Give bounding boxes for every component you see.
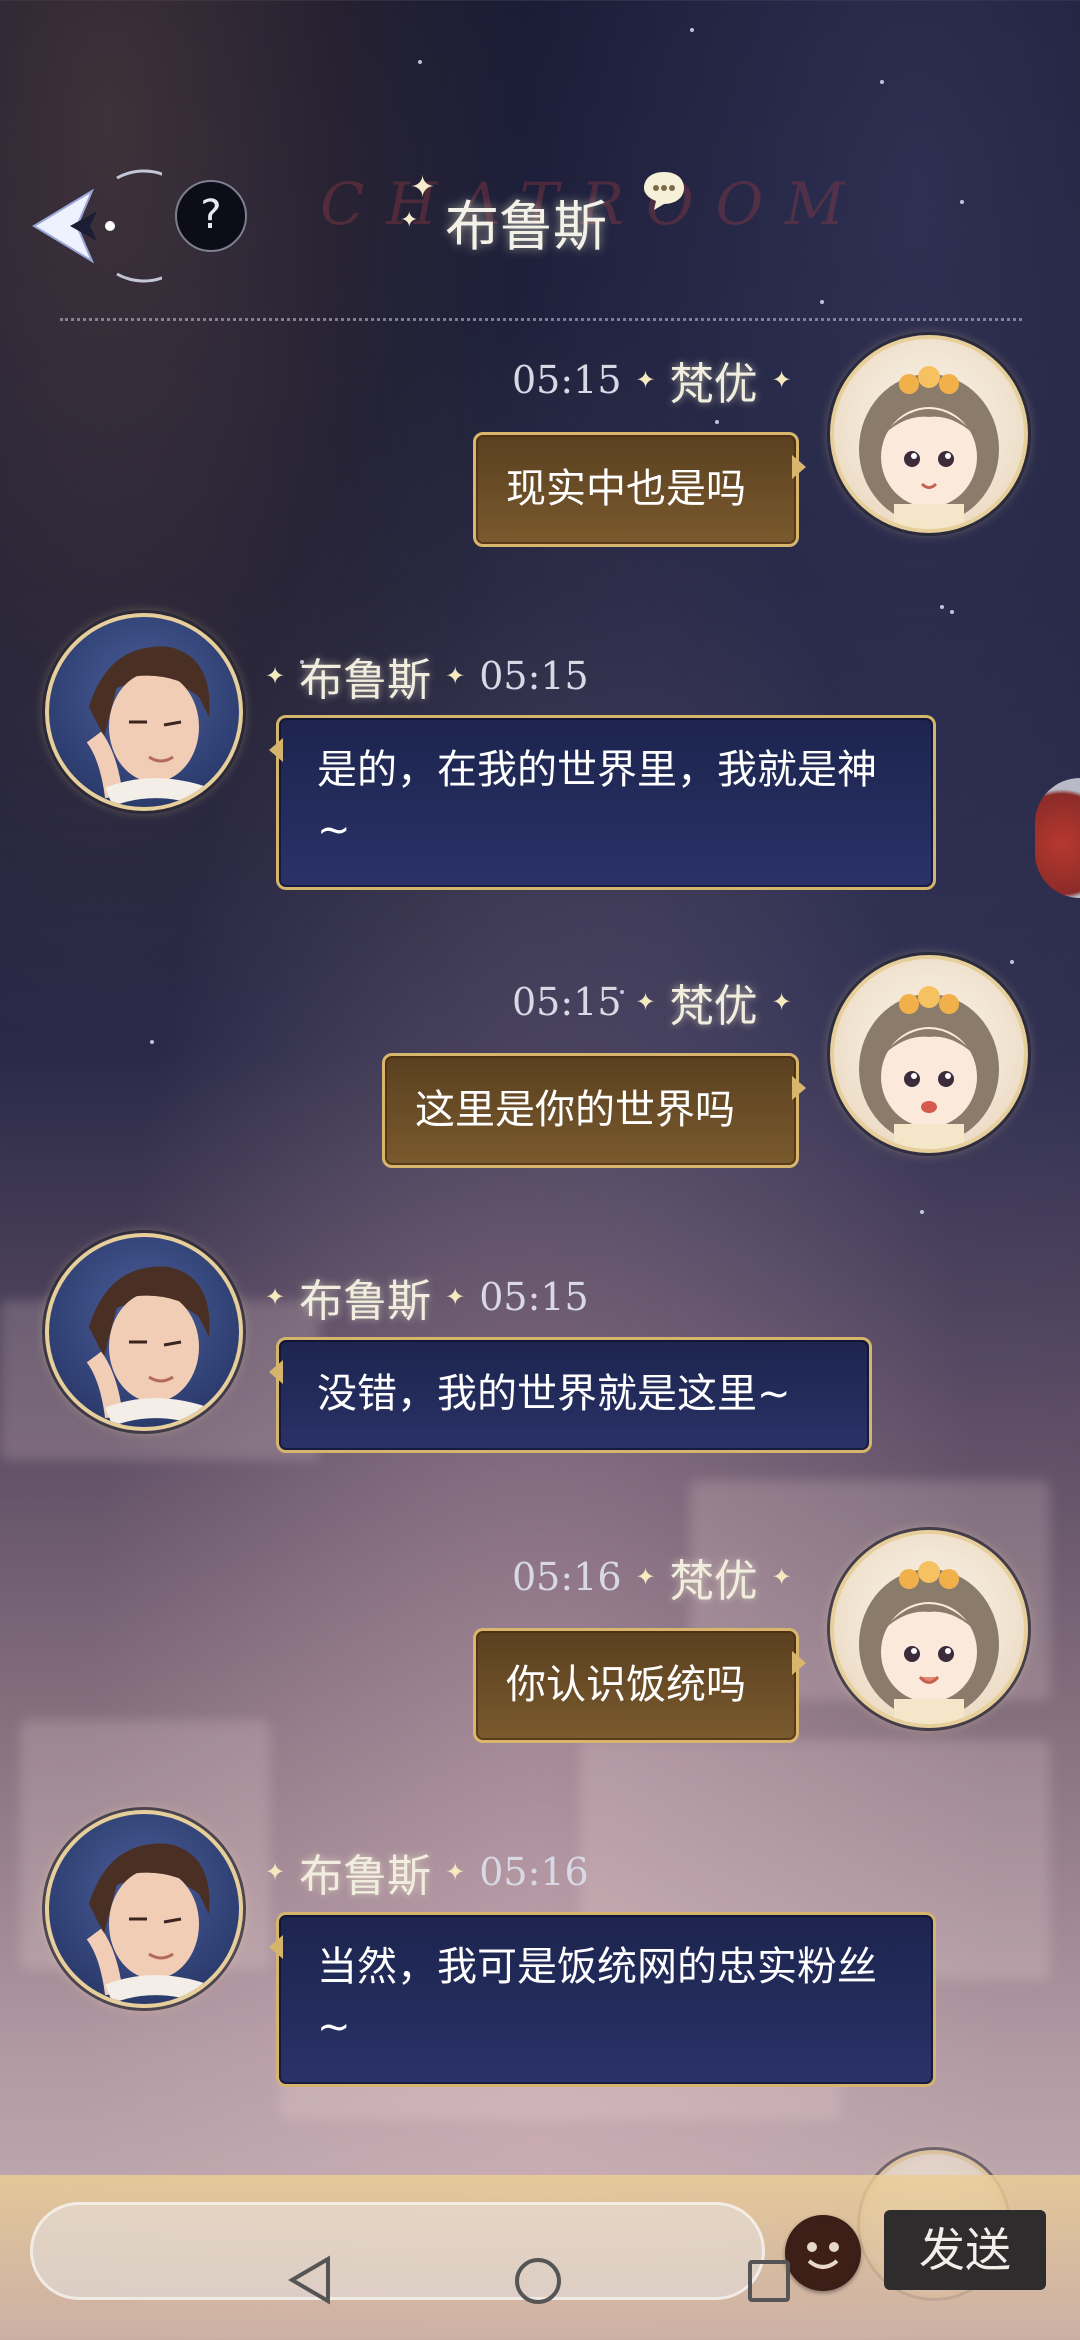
sender-name: 布鲁斯 bbox=[299, 655, 432, 706]
sparkle-icon: ✦ bbox=[771, 366, 792, 394]
sparkle-icon: ✦ bbox=[635, 1563, 656, 1591]
message-time: 05:16 bbox=[479, 1850, 589, 1894]
avatar[interactable] bbox=[830, 955, 1028, 1153]
send-button[interactable]: 发送 bbox=[884, 2210, 1046, 2290]
message-text: 没错，我的世界就是这里~ bbox=[317, 1371, 791, 1417]
message-meta: 05:15 ✦ 梵优 ✦ bbox=[512, 972, 792, 1032]
avatar[interactable] bbox=[45, 1810, 243, 2008]
message-meta: ✦ 布鲁斯 ✦ 05:15 bbox=[265, 1267, 589, 1327]
chat-bubble-icon bbox=[644, 172, 684, 210]
message-time: 05:15 bbox=[479, 1275, 589, 1319]
message-meta: 05:16 ✦ 梵优 ✦ bbox=[512, 1547, 792, 1607]
sparkle-icon: ✦ bbox=[771, 1563, 792, 1591]
message-bubble[interactable]: 现实中也是吗 bbox=[473, 432, 806, 547]
girl-avatar-icon bbox=[859, 366, 999, 529]
sparkle-icon: ✦ bbox=[400, 208, 419, 233]
avatar[interactable] bbox=[45, 1233, 243, 1431]
avatar[interactable] bbox=[830, 335, 1028, 533]
header-divider bbox=[60, 318, 1022, 321]
message-text: 你认识饭统吗 bbox=[506, 1662, 746, 1708]
nav-back-icon[interactable] bbox=[288, 2255, 332, 2305]
sparkle-icon: ✦ bbox=[265, 1283, 286, 1311]
chat-header: ? CHATROOM ✦ ✦ 布鲁斯 bbox=[0, 130, 1080, 283]
emoji-button[interactable] bbox=[785, 2215, 861, 2291]
boy-avatar-icon bbox=[86, 1266, 223, 1427]
help-button[interactable]: ? bbox=[175, 180, 247, 252]
message-bubble[interactable]: 这里是你的世界吗 bbox=[382, 1053, 806, 1168]
girl-avatar-icon bbox=[859, 1561, 999, 1724]
sparkle-icon: ✦ bbox=[265, 662, 286, 690]
message-text: 这里是你的世界吗 bbox=[415, 1087, 735, 1133]
nav-home-icon[interactable] bbox=[515, 2258, 561, 2304]
sender-name: 梵优 bbox=[669, 359, 758, 410]
sender-name: 布鲁斯 bbox=[299, 1851, 432, 1902]
sender-name: 梵优 bbox=[669, 1556, 758, 1607]
message-meta: ✦ 布鲁斯 ✦ 05:15 bbox=[265, 646, 589, 706]
message-time: 05:15 bbox=[512, 980, 622, 1024]
girl-avatar-icon bbox=[859, 986, 999, 1149]
message-time: 05:15 bbox=[512, 358, 622, 402]
sender-name: 梵优 bbox=[669, 981, 758, 1032]
message-bubble[interactable]: 是的，在我的世界里，我就是神~ bbox=[269, 715, 936, 890]
sparkle-icon: ✦ bbox=[410, 170, 436, 205]
back-button[interactable] bbox=[22, 166, 201, 286]
sender-name: 布鲁斯 bbox=[299, 1276, 432, 1327]
message-time: 05:16 bbox=[512, 1555, 622, 1599]
back-arrow-icon bbox=[32, 169, 201, 283]
message-bubble[interactable]: 没错，我的世界就是这里~ bbox=[269, 1337, 872, 1453]
message-meta: 05:15 ✦ 梵优 ✦ bbox=[512, 350, 792, 410]
boy-avatar-icon bbox=[86, 1843, 223, 2004]
sparkle-icon: ✦ bbox=[635, 988, 656, 1016]
message-bubble[interactable]: 你认识饭统吗 bbox=[473, 1628, 806, 1743]
sparkle-icon: ✦ bbox=[771, 988, 792, 1016]
sparkle-icon: ✦ bbox=[635, 366, 656, 394]
boy-avatar-icon bbox=[86, 646, 223, 807]
message-text: 现实中也是吗 bbox=[506, 466, 746, 512]
emoji-icon bbox=[789, 2219, 857, 2287]
message-text: 是的，在我的世界里，我就是神~ bbox=[317, 747, 877, 853]
message-time: 05:15 bbox=[479, 654, 589, 698]
avatar[interactable] bbox=[830, 1530, 1028, 1728]
message-bubble[interactable]: 当然，我可是饭统网的忠实粉丝~ bbox=[269, 1912, 936, 2087]
sparkle-icon: ✦ bbox=[445, 1858, 466, 1886]
sparkle-icon: ✦ bbox=[445, 1283, 466, 1311]
sparkle-icon: ✦ bbox=[445, 662, 466, 690]
question-icon: ? bbox=[200, 192, 222, 238]
sparkle-icon: ✦ bbox=[265, 1858, 286, 1886]
avatar[interactable] bbox=[45, 613, 243, 811]
message-meta: ✦ 布鲁斯 ✦ 05:16 bbox=[265, 1842, 589, 1902]
floating-assist-button[interactable] bbox=[1035, 778, 1080, 898]
chat-title: 布鲁斯 bbox=[445, 195, 607, 258]
message-text: 当然，我可是饭统网的忠实粉丝~ bbox=[317, 1944, 877, 2050]
nav-recent-icon[interactable] bbox=[748, 2260, 790, 2302]
message-input[interactable] bbox=[30, 2202, 765, 2300]
